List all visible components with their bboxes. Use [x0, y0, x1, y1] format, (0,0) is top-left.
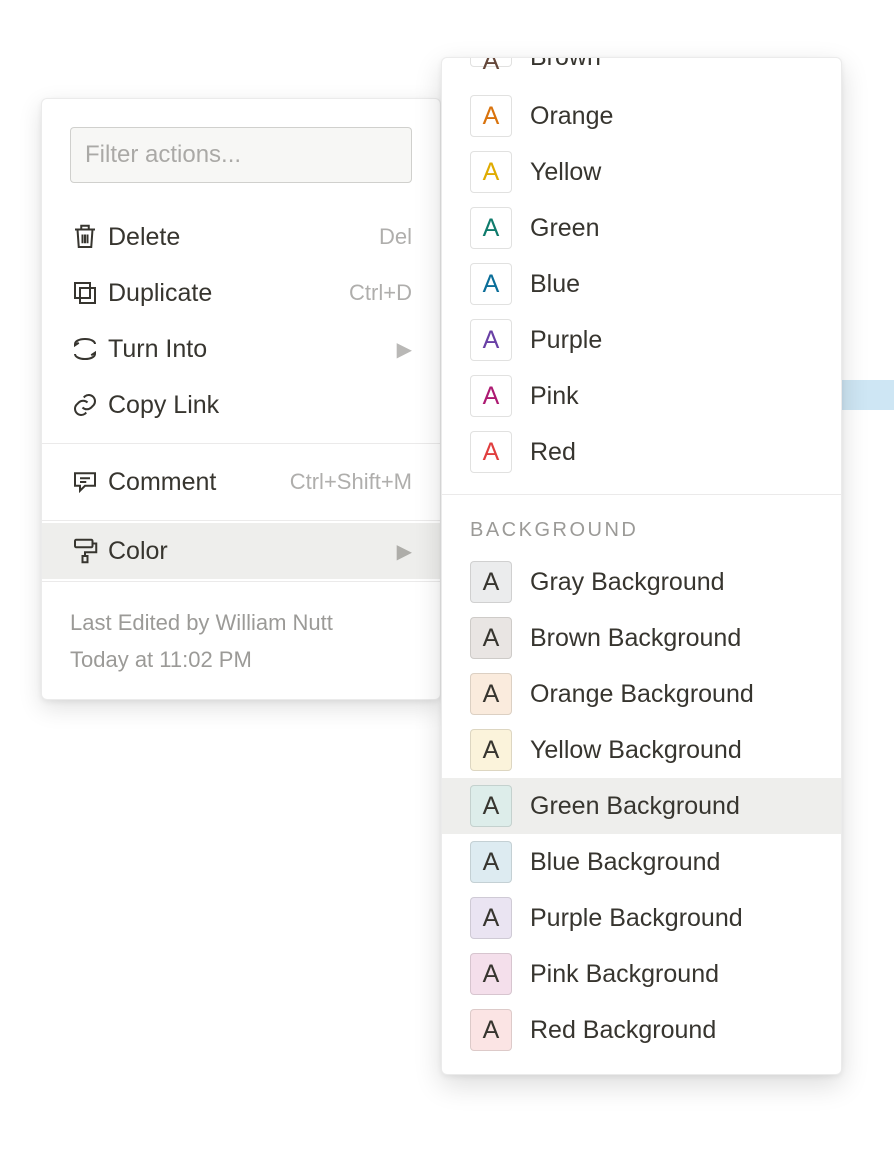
- color-option[interactable]: A Gray Background: [442, 554, 841, 610]
- block-context-menu: Delete Del Duplicate Ctrl+D Turn Into ▶: [41, 98, 441, 700]
- color-option[interactable]: A Red Background: [442, 1002, 841, 1058]
- duplicate-icon: [70, 278, 108, 308]
- text-colors-list: A Orange A Yellow A Green A Blue A Purple A Pink A Re…: [442, 88, 841, 480]
- color-option-label: Purple: [530, 326, 602, 355]
- color-option[interactable]: A Brown Background: [442, 610, 841, 666]
- color-option-brown-partial[interactable]: A Brown: [442, 58, 841, 88]
- color-option-label: Yellow: [530, 158, 601, 187]
- swatch-icon: A: [470, 953, 512, 995]
- copy-link-label: Copy Link: [108, 391, 412, 420]
- delete-label: Delete: [108, 223, 379, 252]
- divider: [442, 494, 841, 495]
- comment-label: Comment: [108, 468, 290, 497]
- color-option[interactable]: A Purple: [442, 312, 841, 368]
- color-option[interactable]: A Orange: [442, 88, 841, 144]
- duplicate-label: Duplicate: [108, 279, 349, 308]
- color-option-label: Green: [530, 214, 599, 243]
- color-option[interactable]: A Pink Background: [442, 946, 841, 1002]
- filter-container: [70, 127, 412, 183]
- filter-actions-input[interactable]: [70, 127, 412, 183]
- swatch-icon: A: [470, 375, 512, 417]
- color-option[interactable]: A Yellow: [442, 144, 841, 200]
- swatch-icon: A: [470, 58, 512, 67]
- delete-shortcut: Del: [379, 224, 412, 250]
- color-section: Color ▶: [42, 523, 440, 579]
- comment-action[interactable]: Comment Ctrl+Shift+M: [42, 454, 440, 510]
- color-option[interactable]: A Pink: [442, 368, 841, 424]
- color-option-label: Brown Background: [530, 624, 741, 653]
- swatch-icon: A: [470, 319, 512, 361]
- color-option-label: Purple Background: [530, 904, 743, 933]
- color-option-label: Green Background: [530, 792, 740, 821]
- turn-into-action[interactable]: Turn Into ▶: [42, 321, 440, 377]
- actions-section: Delete Del Duplicate Ctrl+D Turn Into ▶: [42, 201, 440, 441]
- swatch-icon: A: [470, 841, 512, 883]
- trash-icon: [70, 222, 108, 252]
- last-edited-time: Today at 11:02 PM: [70, 641, 412, 678]
- divider: [42, 520, 440, 521]
- delete-action[interactable]: Delete Del: [42, 209, 440, 265]
- color-option-label: Orange Background: [530, 680, 754, 709]
- color-option[interactable]: A Yellow Background: [442, 722, 841, 778]
- swatch-icon: A: [470, 431, 512, 473]
- swatch-icon: A: [470, 785, 512, 827]
- color-submenu: A Brown A Orange A Yellow A Green A Blue A Purple…: [441, 57, 842, 1075]
- color-option-label: Blue Background: [530, 848, 720, 877]
- last-edited-meta: Last Edited by William Nutt Today at 11:…: [42, 584, 440, 689]
- swatch-icon: A: [470, 561, 512, 603]
- color-option[interactable]: A Green Background: [442, 778, 841, 834]
- color-option-label: Blue: [530, 270, 580, 299]
- turn-into-label: Turn Into: [108, 335, 397, 364]
- color-option[interactable]: A Blue Background: [442, 834, 841, 890]
- comment-shortcut: Ctrl+Shift+M: [290, 469, 412, 495]
- divider: [42, 443, 440, 444]
- color-option[interactable]: A Green: [442, 200, 841, 256]
- color-option-label: Yellow Background: [530, 736, 742, 765]
- color-option-label: Brown: [530, 58, 601, 72]
- color-option[interactable]: A Purple Background: [442, 890, 841, 946]
- color-option-label: Pink Background: [530, 960, 719, 989]
- color-option-label: Orange: [530, 102, 613, 131]
- swatch-icon: A: [470, 207, 512, 249]
- duplicate-shortcut: Ctrl+D: [349, 280, 412, 306]
- swatch-icon: A: [470, 617, 512, 659]
- swatch-icon: A: [470, 95, 512, 137]
- color-option[interactable]: A Orange Background: [442, 666, 841, 722]
- last-edited-by: Last Edited by William Nutt: [70, 604, 412, 641]
- color-option-label: Gray Background: [530, 568, 725, 597]
- swatch-icon: A: [470, 673, 512, 715]
- comment-icon: [70, 467, 108, 497]
- duplicate-action[interactable]: Duplicate Ctrl+D: [42, 265, 440, 321]
- color-option-label: Red Background: [530, 1016, 716, 1045]
- color-option[interactable]: A Blue: [442, 256, 841, 312]
- color-label: Color: [108, 537, 397, 566]
- copy-link-action[interactable]: Copy Link: [42, 377, 440, 433]
- swatch-icon: A: [470, 729, 512, 771]
- text-selection-strip: [842, 380, 894, 410]
- link-icon: [70, 390, 108, 420]
- color-option-label: Red: [530, 438, 576, 467]
- swatch-icon: A: [470, 897, 512, 939]
- chevron-right-icon: ▶: [397, 539, 412, 564]
- paint-roller-icon: [70, 536, 108, 566]
- divider: [42, 581, 440, 582]
- background-colors-list: A Gray Background A Brown Background A Orange…: [442, 554, 841, 1058]
- swatch-icon: A: [470, 263, 512, 305]
- background-section-header: BACKGROUND: [442, 497, 841, 554]
- color-scroll-region: A Brown A Orange A Yellow A Green A Blue A Purple…: [442, 58, 841, 1058]
- comment-section: Comment Ctrl+Shift+M: [42, 446, 440, 518]
- turn-into-icon: [70, 334, 108, 364]
- chevron-right-icon: ▶: [397, 337, 412, 362]
- swatch-icon: A: [470, 1009, 512, 1051]
- swatch-icon: A: [470, 151, 512, 193]
- color-action[interactable]: Color ▶: [42, 523, 440, 579]
- color-option[interactable]: A Red: [442, 424, 841, 480]
- color-option-label: Pink: [530, 382, 579, 411]
